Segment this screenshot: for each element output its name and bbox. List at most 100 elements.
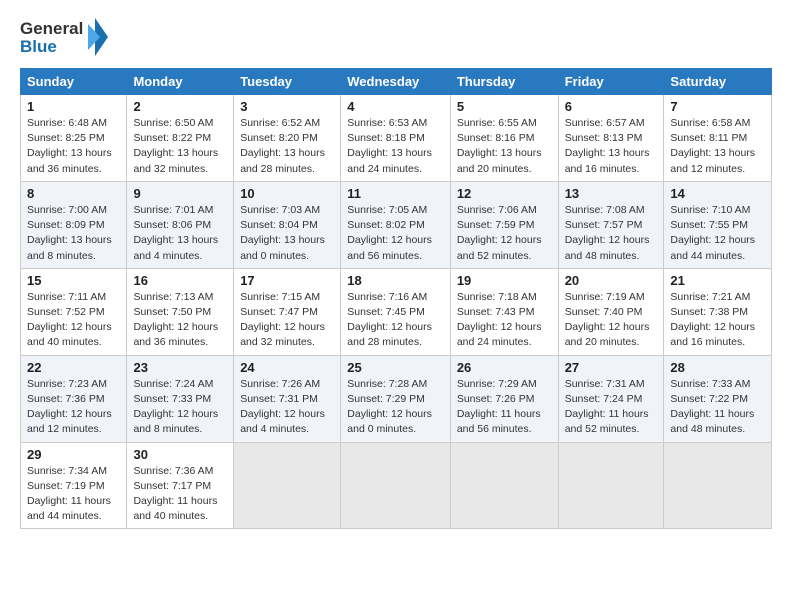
calendar-cell: 7 Sunrise: 6:58 AMSunset: 8:11 PMDaylight… (664, 95, 772, 182)
calendar-cell (234, 442, 341, 529)
calendar-cell: 22Sunrise: 7:23 AMSunset: 7:36 PMDayligh… (21, 355, 127, 442)
day-number: 10 (240, 186, 334, 201)
day-number: 3 (240, 99, 334, 114)
calendar-cell: 12 Sunrise: 7:06 AMSunset: 7:59 PMDayligh… (450, 181, 558, 268)
day-detail: Sunrise: 6:53 AMSunset: 8:18 PMDaylight:… (347, 117, 432, 175)
svg-text:Blue: Blue (20, 37, 57, 56)
day-number: 12 (457, 186, 552, 201)
week-row-5: 29 Sunrise: 7:34 AMSunset: 7:19 PMDayligh… (21, 442, 772, 529)
day-number: 23 (133, 360, 227, 375)
day-number: 8 (27, 186, 120, 201)
day-detail: Sunrise: 7:23 AMSunset: 7:36 PMDaylight:… (27, 378, 112, 436)
logo: GeneralBlue (20, 16, 110, 58)
day-detail: Sunrise: 6:50 AMSunset: 8:22 PMDaylight:… (133, 117, 218, 175)
calendar-cell: 14 Sunrise: 7:10 AMSunset: 7:55 PMDayligh… (664, 181, 772, 268)
day-detail: Sunrise: 7:33 AMSunset: 7:22 PMDaylight:… (670, 378, 754, 436)
day-detail: Sunrise: 6:55 AMSunset: 8:16 PMDaylight:… (457, 117, 542, 175)
calendar-cell: 18 Sunrise: 7:16 AMSunset: 7:45 PMDayligh… (341, 268, 451, 355)
day-detail: Sunrise: 7:16 AMSunset: 7:45 PMDaylight:… (347, 291, 432, 349)
calendar-cell: 19Sunrise: 7:18 AMSunset: 7:43 PMDayligh… (450, 268, 558, 355)
calendar-cell: 1Sunrise: 6:48 AMSunset: 8:25 PMDaylight… (21, 95, 127, 182)
weekday-sunday: Sunday (21, 69, 127, 95)
calendar-cell: 24Sunrise: 7:26 AMSunset: 7:31 PMDayligh… (234, 355, 341, 442)
calendar-cell: 20Sunrise: 7:19 AMSunset: 7:40 PMDayligh… (558, 268, 664, 355)
calendar-cell: 23 Sunrise: 7:24 AMSunset: 7:33 PMDayligh… (127, 355, 234, 442)
day-number: 4 (347, 99, 444, 114)
day-number: 1 (27, 99, 120, 114)
day-detail: Sunrise: 7:34 AMSunset: 7:19 PMDaylight:… (27, 465, 111, 523)
day-number: 6 (565, 99, 658, 114)
weekday-thursday: Thursday (450, 69, 558, 95)
weekday-friday: Friday (558, 69, 664, 95)
weekday-tuesday: Tuesday (234, 69, 341, 95)
weekday-monday: Monday (127, 69, 234, 95)
calendar-cell: 11 Sunrise: 7:05 AMSunset: 8:02 PMDayligh… (341, 181, 451, 268)
day-number: 29 (27, 447, 120, 462)
calendar-cell: 27 Sunrise: 7:31 AMSunset: 7:24 PMDayligh… (558, 355, 664, 442)
logo-svg: GeneralBlue (20, 16, 110, 58)
day-number: 17 (240, 273, 334, 288)
day-detail: Sunrise: 6:58 AMSunset: 8:11 PMDaylight:… (670, 117, 755, 175)
day-detail: Sunrise: 6:57 AMSunset: 8:13 PMDaylight:… (565, 117, 650, 175)
day-detail: Sunrise: 7:05 AMSunset: 8:02 PMDaylight:… (347, 204, 432, 262)
calendar-cell: 3 Sunrise: 6:52 AMSunset: 8:20 PMDaylight… (234, 95, 341, 182)
calendar-cell: 6 Sunrise: 6:57 AMSunset: 8:13 PMDaylight… (558, 95, 664, 182)
day-number: 25 (347, 360, 444, 375)
day-number: 16 (133, 273, 227, 288)
calendar-cell: 21 Sunrise: 7:21 AMSunset: 7:38 PMDayligh… (664, 268, 772, 355)
day-detail: Sunrise: 7:08 AMSunset: 7:57 PMDaylight:… (565, 204, 650, 262)
day-number: 2 (133, 99, 227, 114)
day-detail: Sunrise: 7:21 AMSunset: 7:38 PMDaylight:… (670, 291, 755, 349)
svg-text:General: General (20, 19, 83, 38)
day-detail: Sunrise: 7:15 AMSunset: 7:47 PMDaylight:… (240, 291, 325, 349)
calendar-cell: 26 Sunrise: 7:29 AMSunset: 7:26 PMDayligh… (450, 355, 558, 442)
calendar-cell: 28 Sunrise: 7:33 AMSunset: 7:22 PMDayligh… (664, 355, 772, 442)
calendar-cell (341, 442, 451, 529)
day-detail: Sunrise: 7:06 AMSunset: 7:59 PMDaylight:… (457, 204, 542, 262)
day-detail: Sunrise: 7:10 AMSunset: 7:55 PMDaylight:… (670, 204, 755, 262)
calendar-cell: 9Sunrise: 7:01 AMSunset: 8:06 PMDaylight… (127, 181, 234, 268)
day-number: 27 (565, 360, 658, 375)
day-detail: Sunrise: 7:03 AMSunset: 8:04 PMDaylight:… (240, 204, 325, 262)
week-row-3: 15 Sunrise: 7:11 AMSunset: 7:52 PMDayligh… (21, 268, 772, 355)
calendar-cell (664, 442, 772, 529)
day-number: 28 (670, 360, 765, 375)
calendar-cell: 25 Sunrise: 7:28 AMSunset: 7:29 PMDayligh… (341, 355, 451, 442)
calendar-cell (450, 442, 558, 529)
header: GeneralBlue (20, 16, 772, 58)
calendar-cell: 5 Sunrise: 6:55 AMSunset: 8:16 PMDaylight… (450, 95, 558, 182)
calendar-cell: 15 Sunrise: 7:11 AMSunset: 7:52 PMDayligh… (21, 268, 127, 355)
day-number: 21 (670, 273, 765, 288)
day-number: 14 (670, 186, 765, 201)
day-detail: Sunrise: 7:24 AMSunset: 7:33 PMDaylight:… (133, 378, 218, 436)
day-number: 15 (27, 273, 120, 288)
day-number: 26 (457, 360, 552, 375)
day-detail: Sunrise: 7:11 AMSunset: 7:52 PMDaylight:… (27, 291, 112, 349)
day-detail: Sunrise: 7:31 AMSunset: 7:24 PMDaylight:… (565, 378, 649, 436)
day-number: 9 (133, 186, 227, 201)
calendar-cell: 30Sunrise: 7:36 AMSunset: 7:17 PMDayligh… (127, 442, 234, 529)
day-number: 18 (347, 273, 444, 288)
day-number: 13 (565, 186, 658, 201)
calendar-cell: 8 Sunrise: 7:00 AMSunset: 8:09 PMDaylight… (21, 181, 127, 268)
day-detail: Sunrise: 7:13 AMSunset: 7:50 PMDaylight:… (133, 291, 218, 349)
page: GeneralBlue SundayMondayTuesdayWednesday… (0, 0, 792, 539)
week-row-2: 8 Sunrise: 7:00 AMSunset: 8:09 PMDaylight… (21, 181, 772, 268)
calendar-cell: 29 Sunrise: 7:34 AMSunset: 7:19 PMDayligh… (21, 442, 127, 529)
calendar-cell: 10 Sunrise: 7:03 AMSunset: 8:04 PMDayligh… (234, 181, 341, 268)
day-number: 30 (133, 447, 227, 462)
day-detail: Sunrise: 7:29 AMSunset: 7:26 PMDaylight:… (457, 378, 541, 436)
day-detail: Sunrise: 7:00 AMSunset: 8:09 PMDaylight:… (27, 204, 112, 262)
week-row-1: 1Sunrise: 6:48 AMSunset: 8:25 PMDaylight… (21, 95, 772, 182)
day-detail: Sunrise: 7:28 AMSunset: 7:29 PMDaylight:… (347, 378, 432, 436)
day-number: 5 (457, 99, 552, 114)
calendar-cell: 4 Sunrise: 6:53 AMSunset: 8:18 PMDaylight… (341, 95, 451, 182)
day-number: 20 (565, 273, 658, 288)
calendar-cell: 13 Sunrise: 7:08 AMSunset: 7:57 PMDayligh… (558, 181, 664, 268)
day-detail: Sunrise: 6:52 AMSunset: 8:20 PMDaylight:… (240, 117, 325, 175)
calendar-table: SundayMondayTuesdayWednesdayThursdayFrid… (20, 68, 772, 529)
weekday-saturday: Saturday (664, 69, 772, 95)
day-number: 7 (670, 99, 765, 114)
day-detail: Sunrise: 7:18 AMSunset: 7:43 PMDaylight:… (457, 291, 542, 349)
day-number: 11 (347, 186, 444, 201)
